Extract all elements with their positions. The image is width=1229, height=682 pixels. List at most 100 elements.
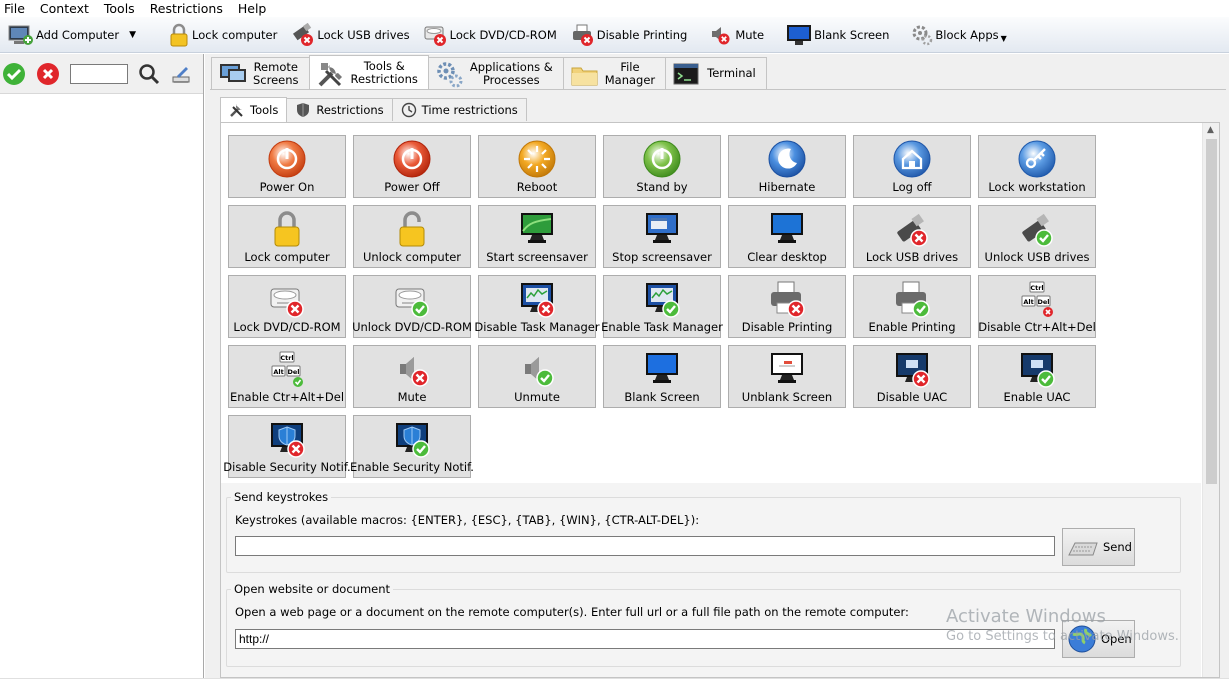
tile-icon-wrap (517, 209, 557, 249)
menu-restrictions[interactable]: Restrictions (150, 1, 223, 16)
tool-label: Power On (259, 180, 315, 194)
tool-enable-task-manager-button[interactable]: Enable Task Manager (601, 275, 723, 338)
tool-label: Enable Ctr+Alt+Del (229, 390, 345, 404)
tool-unblank-screen-button[interactable]: Unblank Screen (728, 345, 846, 408)
menu-tools[interactable]: Tools (104, 1, 135, 16)
open-button[interactable]: Open (1062, 620, 1135, 658)
vertical-scrollbar[interactable]: ▲ (1202, 123, 1219, 677)
open-website-description: Open a web page or a document on the rem… (235, 605, 909, 619)
globe-icon (1068, 625, 1096, 653)
lock-computer-button[interactable]: Lock computer (164, 20, 285, 50)
tool-hibernate-button[interactable]: Hibernate (728, 135, 846, 198)
terminal-icon (673, 63, 699, 84)
subtab-time-restrictions[interactable]: Time restrictions (391, 98, 527, 121)
uac-disable-icon (896, 353, 930, 388)
tab-applications-processes[interactable]: Applications & Processes (427, 57, 564, 89)
edit-icon[interactable] (170, 63, 192, 85)
tab-remote-screens[interactable]: Remote Screens (211, 57, 310, 89)
tab-label-line1: Applications & (469, 59, 553, 74)
tool-enable-ctr-alt-del-button[interactable]: Ctrl Alt Del Enable Ctr+Alt+Del (228, 345, 346, 408)
blank-screen-button[interactable]: Blank Screen (782, 20, 897, 50)
left-toolbar (0, 54, 203, 94)
tool-label: Unlock USB drives (984, 250, 1090, 264)
shield-disable-icon (271, 423, 305, 458)
tool-disable-task-manager-button[interactable]: Disable Task Manager (474, 275, 600, 338)
tab-label: Remote Screens (253, 60, 299, 87)
tool-lock-usb-drives-button[interactable]: Lock USB drives (853, 205, 971, 268)
mute-button[interactable]: Mute (705, 20, 772, 50)
tool-stop-screensaver-button[interactable]: Stop screensaver (603, 205, 721, 268)
tool-disable-uac-button[interactable]: Disable UAC (853, 345, 971, 408)
tool-enable-uac-button[interactable]: Enable UAC (978, 345, 1096, 408)
keystrokes-input[interactable] (235, 536, 1055, 556)
check-icon[interactable] (2, 62, 26, 86)
tile-icon-wrap (392, 139, 432, 179)
tab-label-line2: Screens (253, 72, 299, 87)
block-apps-button[interactable]: Block Apps ▼ (907, 20, 1014, 50)
tile-icon-wrap (267, 279, 307, 319)
subtab-tools[interactable]: Tools (220, 97, 288, 122)
tool-blank-screen-button[interactable]: Blank Screen (603, 345, 721, 408)
tool-label: Disable Security Notif. (223, 460, 351, 474)
url-input[interactable] (235, 629, 1055, 649)
tool-unlock-computer-button[interactable]: Unlock computer (353, 205, 471, 268)
tool-unmute-button[interactable]: Unmute (478, 345, 596, 408)
menu-file[interactable]: File (4, 1, 25, 16)
hibernate-icon (768, 140, 806, 178)
open-button-label: Open (1101, 632, 1132, 646)
disable-printing-label: Disable Printing (596, 27, 688, 42)
monitor-unblank-icon (771, 353, 803, 383)
tool-reboot-button[interactable]: Reboot (478, 135, 596, 198)
tool-clear-desktop-button[interactable]: Clear desktop (728, 205, 846, 268)
tool-enable-security-notif-button[interactable]: Enable Security Notif. (350, 415, 474, 478)
gears-icon (912, 25, 933, 45)
tool-lock-computer-button[interactable]: Lock computer (228, 205, 346, 268)
tool-stand-by-button[interactable]: Stand by (603, 135, 721, 198)
tab-tools-restrictions[interactable]: Tools & Restrictions (308, 55, 429, 89)
tool-disable-ctr-alt-del-button[interactable]: Ctrl Alt Del Disable Ctr+Alt+Del (978, 275, 1096, 338)
tool-power-off-button[interactable]: Power Off (353, 135, 471, 198)
tab-terminal[interactable]: Terminal (665, 57, 767, 89)
tab-label: Applications & Processes (469, 59, 553, 87)
tool-unlock-usb-drives-button[interactable]: Unlock USB drives (978, 205, 1096, 268)
add-computer-button[interactable]: Add Computer ▼ (4, 20, 144, 50)
tool-enable-printing-button[interactable]: Enable Printing (853, 275, 971, 338)
tool-unlock-dvd-cd-rom-button[interactable]: Unlock DVD/CD-ROM (352, 275, 472, 338)
scroll-up-icon[interactable]: ▲ (1207, 125, 1214, 135)
shield-enable-icon (396, 423, 430, 458)
lock-dvd-button[interactable]: Lock DVD/CD-ROM (420, 20, 565, 50)
clock-icon (401, 102, 416, 118)
stop-screensaver-icon (646, 213, 678, 243)
tile-icon-wrap (392, 419, 432, 459)
subtab-restrictions[interactable]: Restrictions (286, 98, 393, 121)
send-keystrokes-title: Send keystrokes (231, 490, 332, 504)
window-bottom-edge (0, 678, 1229, 682)
tool-mute-button[interactable]: Mute (353, 345, 471, 408)
tab-file-manager[interactable]: File Manager (562, 57, 667, 89)
scrollbar-thumb[interactable] (1206, 139, 1217, 484)
tool-start-screensaver-button[interactable]: Start screensaver (478, 205, 596, 268)
tile-icon-wrap (267, 419, 307, 459)
chevron-down-icon[interactable]: ▼ (129, 30, 136, 40)
send-button[interactable]: Send (1062, 528, 1135, 566)
search-input[interactable] (70, 63, 128, 84)
tab-label-line1: File (620, 59, 640, 74)
tool-log-off-button[interactable]: Log off (853, 135, 971, 198)
disable-printing-button[interactable]: Disable Printing (567, 20, 696, 50)
tool-lock-workstation-button[interactable]: Lock workstation (978, 135, 1096, 198)
lock-usb-button[interactable]: Lock USB drives (287, 20, 417, 50)
subtab-label: Time restrictions (421, 103, 518, 117)
menu-help[interactable]: Help (238, 1, 267, 16)
search-icon[interactable] (138, 63, 160, 85)
tool-power-on-button[interactable]: Power On (228, 135, 346, 198)
chevron-down-icon[interactable]: ▼ (1001, 34, 1007, 43)
subtab-label: Tools (250, 103, 279, 117)
tool-label: Disable Printing (741, 320, 833, 334)
menu-context[interactable]: Context (40, 1, 89, 16)
tool-lock-dvd-cd-rom-button[interactable]: Lock DVD/CD-ROM (228, 275, 346, 338)
tools-icon (318, 62, 342, 86)
tool-disable-security-notif-button[interactable]: Disable Security Notif. (223, 415, 351, 478)
tool-disable-printing-button[interactable]: Disable Printing (728, 275, 846, 338)
cancel-icon[interactable] (36, 62, 60, 86)
tool-label: Stop screensaver (612, 250, 712, 264)
